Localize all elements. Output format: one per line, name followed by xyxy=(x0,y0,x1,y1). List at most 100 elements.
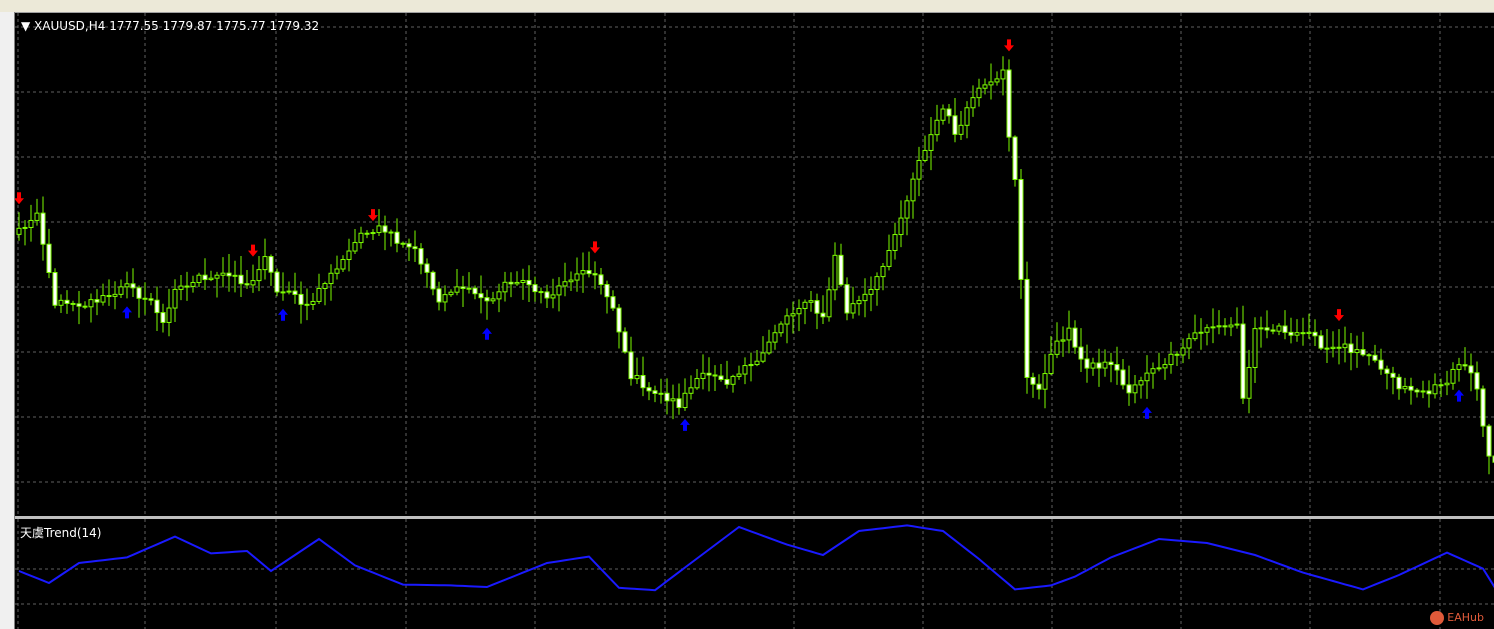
candle-body-46 xyxy=(292,290,298,295)
candle-body-163 xyxy=(994,78,1000,83)
candle-body-169 xyxy=(1030,376,1036,385)
candle-227 xyxy=(1378,348,1384,375)
candle-70 xyxy=(436,281,442,311)
candle-body-164 xyxy=(1000,69,1006,80)
top-toolbar-strip xyxy=(0,0,1494,13)
buy-arrow-icon-240 xyxy=(1454,389,1464,402)
candle-142 xyxy=(868,276,874,312)
candle-65 xyxy=(406,238,412,261)
candle-body-226 xyxy=(1372,354,1378,361)
candle-body-178 xyxy=(1084,358,1090,369)
candle-184 xyxy=(1120,359,1126,390)
arrow-up-shape-44 xyxy=(278,308,288,321)
candle-76 xyxy=(472,285,478,300)
arrow-up-shape-240 xyxy=(1454,389,1464,402)
candle-body-158 xyxy=(964,107,970,126)
candle-202 xyxy=(1228,317,1234,337)
candle-180 xyxy=(1096,348,1102,387)
candle-72 xyxy=(448,289,454,297)
candle-89 xyxy=(550,278,556,309)
arrow-down-shape-59 xyxy=(368,209,378,222)
candle-body-145 xyxy=(886,249,892,267)
candle-body-11 xyxy=(82,305,88,308)
candle-body-228 xyxy=(1384,368,1390,374)
candle-45 xyxy=(286,281,292,295)
candle-86 xyxy=(532,276,538,302)
indicator-panel[interactable]: 天虞Trend(14) EAHub xyxy=(15,519,1494,629)
candle-182 xyxy=(1108,352,1114,383)
collapse-triangle-icon[interactable]: ▼ xyxy=(21,19,34,33)
candle-206 xyxy=(1252,317,1258,384)
candle-223 xyxy=(1354,335,1360,368)
candle-body-190 xyxy=(1156,367,1162,370)
candle-149 xyxy=(910,172,916,219)
candle-body-170 xyxy=(1036,383,1042,390)
candle-body-94 xyxy=(580,270,586,275)
candle-99 xyxy=(610,290,616,311)
candle-33 xyxy=(214,271,220,298)
candle-body-213 xyxy=(1294,332,1300,336)
candle-body-115 xyxy=(706,372,712,376)
candle-body-5 xyxy=(46,243,52,274)
candle-64 xyxy=(400,241,406,248)
candle-226 xyxy=(1372,344,1378,363)
candle-213 xyxy=(1294,319,1300,342)
candle-60 xyxy=(376,209,382,236)
candle-body-35 xyxy=(226,272,232,277)
candle-body-209 xyxy=(1270,329,1276,332)
candle-body-32 xyxy=(208,277,214,281)
candle-body-142 xyxy=(868,288,874,295)
candle-165 xyxy=(1006,59,1012,152)
candle-217 xyxy=(1318,330,1324,351)
candle-199 xyxy=(1210,308,1216,344)
candle-body-13 xyxy=(94,299,100,303)
candle-122 xyxy=(748,352,754,382)
candle-body-235 xyxy=(1426,390,1432,395)
candle-128 xyxy=(784,308,790,344)
candle-39 xyxy=(250,264,256,293)
candle-141 xyxy=(862,278,868,318)
candle-body-74 xyxy=(460,286,466,290)
candle-body-113 xyxy=(694,378,700,389)
candle-body-146 xyxy=(892,234,898,251)
candle-body-230 xyxy=(1396,376,1402,390)
candle-77 xyxy=(478,275,484,314)
candle-29 xyxy=(190,275,196,293)
candle-body-131 xyxy=(802,301,808,309)
candle-body-143 xyxy=(874,276,880,290)
candle-209 xyxy=(1270,324,1276,335)
candle-body-233 xyxy=(1414,389,1420,393)
candle-74 xyxy=(460,275,466,308)
price-chart-panel[interactable]: ▼ XAUUSD,H4 1777.55 1779.87 1775.77 1779… xyxy=(15,13,1494,516)
candle-body-130 xyxy=(796,307,802,315)
candle-127 xyxy=(778,321,784,337)
candle-43 xyxy=(274,268,280,297)
candle-48 xyxy=(304,288,310,321)
candle-body-195 xyxy=(1186,338,1192,349)
candle-66 xyxy=(412,230,418,262)
candle-body-12 xyxy=(88,299,94,308)
candle-138 xyxy=(844,277,850,321)
candle-30 xyxy=(196,272,202,287)
candle-body-185 xyxy=(1126,384,1132,394)
candle-body-132 xyxy=(808,300,814,303)
candle-4 xyxy=(40,196,46,261)
candle-body-40 xyxy=(256,269,262,282)
sell-arrow-icon-39 xyxy=(248,244,258,257)
candle-body-27 xyxy=(178,285,184,290)
candle-108 xyxy=(664,378,670,415)
candle-body-181 xyxy=(1102,361,1108,369)
candle-147 xyxy=(898,200,904,248)
candle-229 xyxy=(1390,366,1396,395)
candle-body-108 xyxy=(664,392,670,402)
candle-31 xyxy=(202,258,208,291)
candle-23 xyxy=(154,286,160,331)
candle-235 xyxy=(1426,380,1432,408)
candle-97 xyxy=(598,268,604,295)
candle-154 xyxy=(940,104,946,125)
candle-6 xyxy=(52,268,58,309)
candle-body-204 xyxy=(1240,323,1246,399)
candle-body-144 xyxy=(880,265,886,278)
candle-body-76 xyxy=(472,287,478,295)
candle-107 xyxy=(658,378,664,404)
